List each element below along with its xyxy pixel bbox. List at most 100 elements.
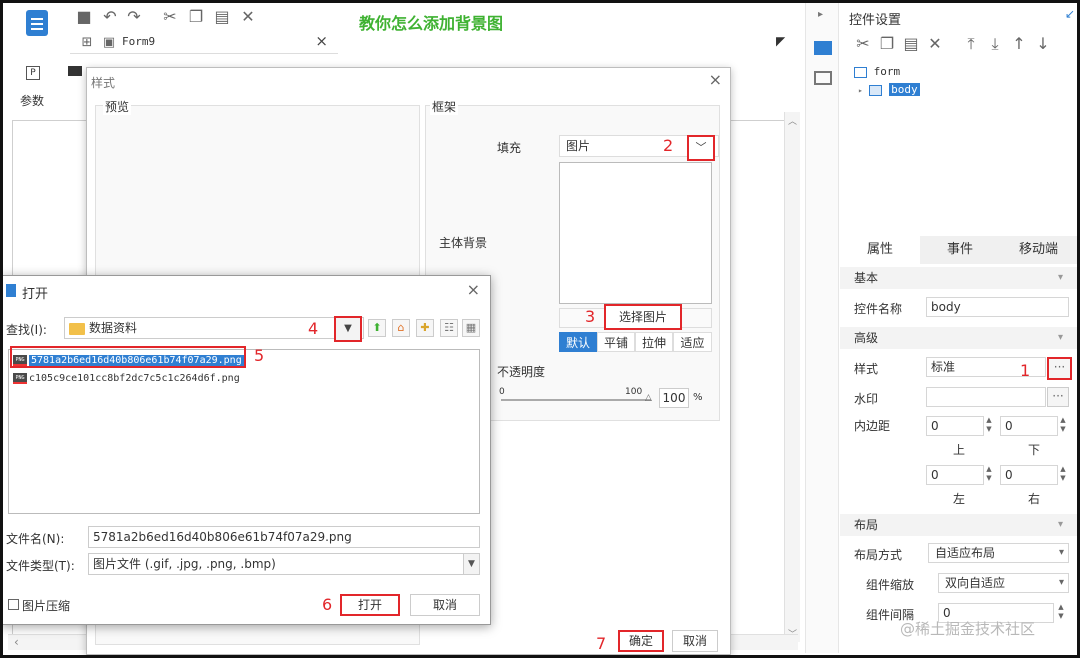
fill-dropdown-button[interactable]: ﹀ bbox=[687, 135, 715, 161]
padding-left-spinner-icon[interactable]: ▲ ▼ bbox=[983, 465, 995, 485]
list-item[interactable]: PNG c105c9ce101cc8bf2dc7c5c1c264d6f.png bbox=[13, 372, 240, 386]
tree-paste-icon[interactable]: ▤ bbox=[902, 35, 920, 53]
opacity-input[interactable]: 100 bbox=[659, 388, 689, 408]
padding-right-spinner-icon[interactable]: ▲ ▼ bbox=[1057, 465, 1069, 485]
section-basic-chevron-icon: ▾ bbox=[1057, 272, 1063, 283]
delete-icon[interactable]: ✕ bbox=[239, 8, 257, 26]
main-toolbar: ■ ↶ ↷ ✂ ❐ ▤ ✕ 教你怎么添加背景图 bbox=[3, 3, 803, 36]
side-strip: ▸ bbox=[805, 3, 839, 653]
move-bottom-icon[interactable]: ⤓ bbox=[986, 35, 1004, 53]
redo-icon[interactable]: ↷ bbox=[125, 8, 143, 26]
watermark-input[interactable] bbox=[926, 387, 1046, 407]
open-button[interactable]: 打开 bbox=[340, 594, 400, 616]
tab-mobile[interactable]: 移动端 bbox=[1000, 236, 1077, 264]
percent-sign: % bbox=[693, 392, 703, 403]
layout-panel-icon[interactable] bbox=[814, 71, 832, 85]
form-icon: ▣ bbox=[102, 34, 116, 50]
zoom-label: 组件缩放 bbox=[866, 578, 915, 592]
tree-cut-icon[interactable]: ✂ bbox=[854, 35, 872, 53]
mode-fit[interactable]: 适应 bbox=[673, 332, 712, 352]
layout-icon[interactable] bbox=[68, 66, 82, 76]
open-cancel-button[interactable]: 取消 bbox=[410, 594, 480, 616]
undo-icon[interactable]: ↶ bbox=[101, 8, 119, 26]
padding-left-input[interactable]: 0 bbox=[926, 465, 984, 485]
new-folder-icon[interactable]: ✚ bbox=[416, 319, 434, 337]
tree-delete-icon[interactable]: ✕ bbox=[926, 35, 944, 53]
section-advanced-chevron-icon: ▾ bbox=[1057, 332, 1063, 343]
slider-thumb-icon[interactable]: △ bbox=[645, 393, 652, 403]
collapse-right-icon[interactable]: ▸ bbox=[818, 9, 823, 20]
style-dialog-close-button[interactable]: × bbox=[709, 70, 722, 89]
padding-right-input[interactable]: 0 bbox=[1000, 465, 1058, 485]
app-logo-icon[interactable] bbox=[26, 10, 48, 36]
padding-top-input[interactable]: 0 bbox=[926, 416, 984, 436]
tab-close-button[interactable]: × bbox=[315, 32, 328, 50]
cancel-button[interactable]: 取消 bbox=[672, 630, 718, 652]
chevron-down-icon: ▾ bbox=[1058, 577, 1064, 588]
section-layout[interactable]: 布局 ▾ bbox=[840, 514, 1077, 536]
step-2-marker: 2 bbox=[663, 136, 674, 155]
grid-icon[interactable]: ⊞ bbox=[78, 33, 96, 51]
opacity-slider[interactable] bbox=[501, 399, 651, 401]
section-advanced-label: 高级 bbox=[854, 331, 879, 345]
pin-icon[interactable]: ↙ bbox=[1065, 7, 1075, 21]
widget-settings-icon[interactable] bbox=[814, 41, 832, 55]
padding-top-spinner-icon[interactable]: ▲ ▼ bbox=[983, 416, 995, 436]
open-dialog-close-button[interactable]: × bbox=[467, 280, 480, 299]
look-in-dropdown-button[interactable]: ▼ bbox=[334, 316, 362, 342]
cut-icon[interactable]: ✂ bbox=[161, 8, 179, 26]
zoom-select[interactable]: 双向自适应 ▾ bbox=[938, 573, 1069, 593]
layout-mode-select[interactable]: 自适应布局 ▾ bbox=[928, 543, 1069, 563]
tree-node-body-label: body bbox=[889, 83, 920, 96]
widget-name-label: 控件名称 bbox=[854, 302, 903, 316]
vertical-scrollbar[interactable]: ︿ ﹀ bbox=[784, 112, 800, 642]
chevron-down-icon[interactable]: ▼ bbox=[463, 554, 479, 574]
move-down-icon[interactable]: ↓ bbox=[1034, 35, 1052, 53]
watermark-more-button[interactable]: ··· bbox=[1047, 387, 1069, 407]
list-view-icon[interactable]: ☷ bbox=[440, 319, 458, 337]
tree-node-form[interactable]: form bbox=[854, 65, 900, 78]
mode-default[interactable]: 默认 bbox=[559, 332, 597, 352]
compress-checkbox[interactable] bbox=[8, 599, 19, 610]
ok-button[interactable]: 确定 bbox=[618, 630, 664, 652]
filetype-label: 文件类型(T): bbox=[6, 559, 75, 573]
expand-icon[interactable]: ◤ bbox=[776, 34, 785, 48]
style-more-button[interactable]: ··· bbox=[1047, 357, 1072, 380]
section-advanced[interactable]: 高级 ▾ bbox=[840, 327, 1077, 349]
detail-view-icon[interactable]: ▦ bbox=[462, 319, 480, 337]
tab-form9[interactable]: Form9 bbox=[122, 35, 155, 48]
main-bg-label: 主体背景 bbox=[439, 236, 488, 250]
move-up-icon[interactable]: ↑ bbox=[1010, 35, 1028, 53]
mode-tile[interactable]: 平铺 bbox=[597, 332, 635, 352]
tab-properties[interactable]: 属性 bbox=[840, 236, 920, 264]
home-icon[interactable]: ⌂ bbox=[392, 319, 410, 337]
filename-input[interactable]: 5781a2b6ed16d40b806e61b74f07a29.png bbox=[88, 526, 480, 548]
tree-expand-icon[interactable]: ▸ bbox=[858, 86, 863, 95]
padding-bottom-spinner-icon[interactable]: ▲ ▼ bbox=[1057, 416, 1069, 436]
padding-bottom-input[interactable]: 0 bbox=[1000, 416, 1058, 436]
scroll-left-icon[interactable]: ‹ bbox=[14, 635, 19, 649]
paste-icon[interactable]: ▤ bbox=[213, 8, 231, 26]
choose-image-button[interactable]: 选择图片 bbox=[604, 304, 682, 330]
tree-copy-icon[interactable]: ❐ bbox=[878, 35, 896, 53]
tree-node-form-label: form bbox=[873, 65, 901, 78]
section-basic[interactable]: 基本 ▾ bbox=[840, 267, 1077, 289]
gap-spinner-icon[interactable]: ▲ ▼ bbox=[1055, 603, 1067, 623]
scroll-up-icon[interactable]: ︿ bbox=[788, 114, 797, 127]
widget-name-input[interactable]: body bbox=[926, 297, 1069, 317]
tree-node-body[interactable]: ▸ body bbox=[858, 83, 920, 96]
tab-events[interactable]: 事件 bbox=[920, 236, 1000, 264]
layout-mode-value: 自适应布局 bbox=[935, 546, 996, 560]
app-small-icon bbox=[6, 284, 16, 297]
save-icon[interactable]: ■ bbox=[75, 8, 93, 26]
copy-icon[interactable]: ❐ bbox=[187, 8, 205, 26]
params-label: 参数 bbox=[20, 94, 45, 108]
style-label: 样式 bbox=[854, 362, 879, 376]
mode-stretch[interactable]: 拉伸 bbox=[635, 332, 673, 352]
params-icon[interactable]: P bbox=[26, 66, 40, 80]
open-file-dialog: 打开 × 查找(I): 数据资料 ▼ 4 ⬆ ⌂ ✚ ☷ ▦ PNG 5781a2… bbox=[1, 275, 491, 625]
filetype-select[interactable]: 图片文件 (.gif, .jpg, .png, .bmp) ▼ bbox=[88, 553, 480, 575]
up-folder-icon[interactable]: ⬆ bbox=[368, 319, 386, 337]
look-in-select[interactable]: 数据资料 bbox=[64, 317, 364, 339]
move-top-icon[interactable]: ⤒ bbox=[962, 35, 980, 53]
